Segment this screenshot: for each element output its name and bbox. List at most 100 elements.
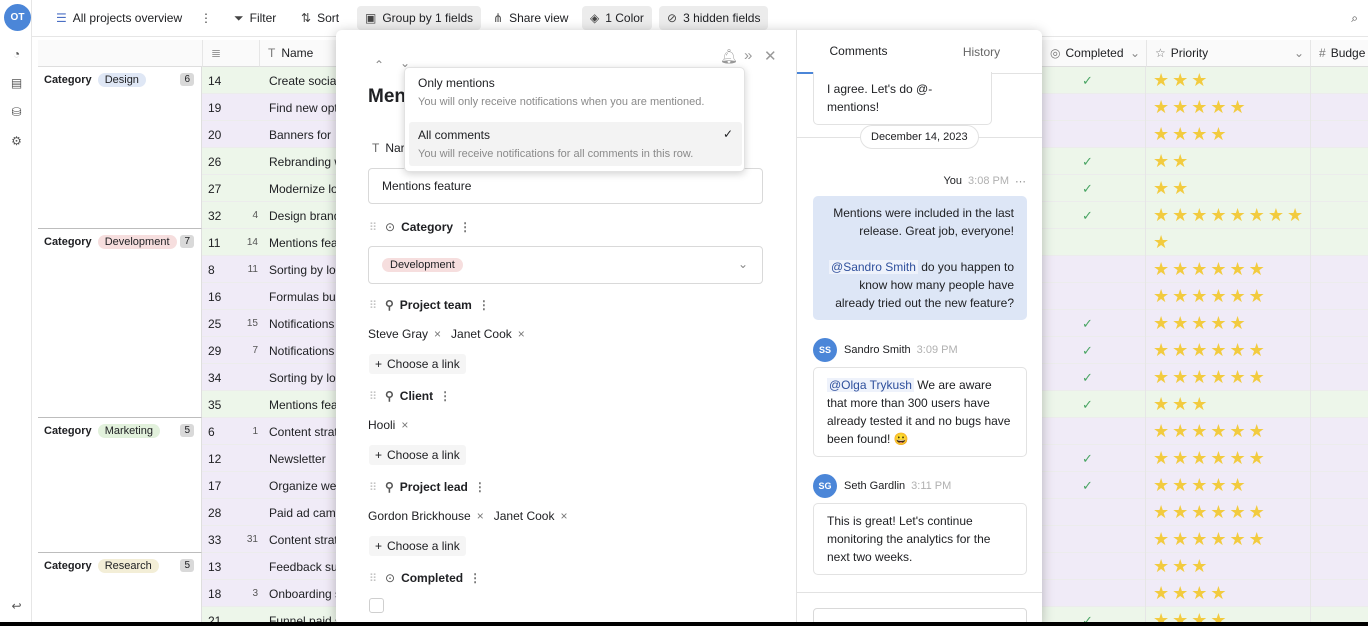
dashboard-icon[interactable]: ◔: [10, 48, 23, 61]
undo-icon[interactable]: ↩: [10, 600, 23, 613]
remove-icon[interactable]: ×: [434, 327, 441, 341]
view-selector[interactable]: ☰ All projects overview: [48, 6, 190, 30]
drag-handle-icon[interactable]: ⠿: [369, 390, 377, 403]
tab-history[interactable]: History: [920, 30, 1042, 74]
row-completed-check[interactable]: [1082, 283, 1102, 310]
settings-icon[interactable]: ⚙: [10, 135, 23, 148]
row-priority-stars[interactable]: ★★★★★: [1153, 94, 1313, 121]
share-view-button[interactable]: ⋔ Share view: [485, 6, 576, 30]
row-completed-check[interactable]: [1082, 121, 1102, 148]
field-menu-icon[interactable]: ⋮: [459, 220, 471, 234]
color-label: 1 Color: [605, 11, 644, 25]
sort-button[interactable]: ⇅ Sort: [293, 6, 347, 30]
row-priority-stars[interactable]: ★★★★★★: [1153, 418, 1313, 445]
field-menu-icon[interactable]: ⋮: [474, 480, 486, 494]
row-completed-check[interactable]: [1082, 418, 1102, 445]
remove-icon[interactable]: ×: [560, 509, 567, 523]
view-more-icon[interactable]: ⋮: [192, 6, 220, 30]
search-icon[interactable]: ⌕: [1343, 6, 1366, 30]
row-priority-stars[interactable]: ★★★★★★: [1153, 526, 1313, 553]
row-completed-check[interactable]: ✓: [1082, 472, 1102, 499]
mention-chip[interactable]: @Olga Trykush: [827, 378, 914, 392]
category-group-header: Category Design 6: [38, 67, 202, 229]
row-priority-stars[interactable]: ★★★: [1153, 67, 1313, 94]
only-mentions-option[interactable]: Only mentions You will only receive noti…: [409, 70, 742, 114]
drag-handle-icon[interactable]: ⠿: [369, 481, 377, 494]
mention-chip[interactable]: @Sandro Smith: [829, 260, 918, 274]
remove-icon[interactable]: ×: [518, 327, 525, 341]
document-icon[interactable]: ▤: [10, 77, 23, 90]
row-completed-check[interactable]: ✓: [1082, 310, 1102, 337]
row-priority-stars[interactable]: ★★★★★★: [1153, 337, 1313, 364]
group-value-pill: Marketing: [97, 424, 160, 438]
row-completed-check[interactable]: [1082, 526, 1102, 553]
field-menu-icon[interactable]: ⋮: [439, 389, 451, 403]
completed-label: Completed: [401, 571, 464, 585]
close-icon[interactable]: ✕: [764, 47, 777, 65]
row-priority-stars[interactable]: ★★★: [1153, 553, 1313, 580]
chevron-down-icon: ⌄: [737, 257, 748, 271]
row-priority-stars[interactable]: ★★★★★★: [1153, 283, 1313, 310]
client-values: Hooli ×: [368, 418, 418, 432]
hidden-fields-button[interactable]: ⊘ 3 hidden fields: [659, 6, 769, 30]
drag-handle-icon[interactable]: ⠿: [369, 299, 377, 312]
row-priority-stars[interactable]: ★★★★: [1153, 580, 1313, 607]
row-priority-stars[interactable]: ★★: [1153, 175, 1313, 202]
row-priority-stars[interactable]: ★★★: [1153, 391, 1313, 418]
field-menu-icon[interactable]: ⋮: [469, 571, 481, 585]
row-completed-check[interactable]: [1082, 256, 1102, 283]
row-completed-check[interactable]: ✓: [1082, 445, 1102, 472]
row-completed-check[interactable]: ✓: [1082, 337, 1102, 364]
filter-button[interactable]: ⏷ Filter: [226, 6, 284, 30]
row-completed-check[interactable]: [1082, 94, 1102, 121]
row-priority-stars[interactable]: ★★★★★: [1153, 472, 1313, 499]
row-priority-stars[interactable]: ★★★★★★: [1153, 256, 1313, 283]
row-completed-check[interactable]: ✓: [1082, 148, 1102, 175]
row-priority-stars[interactable]: ★★: [1153, 148, 1313, 175]
row-completed-check[interactable]: [1082, 553, 1102, 580]
drag-handle-icon[interactable]: ⠿: [369, 221, 377, 234]
plus-icon: +: [375, 539, 383, 553]
previous-row-icon[interactable]: ⌃: [374, 58, 384, 72]
completed-column-header[interactable]: ◎ Completed ⌄: [1042, 40, 1147, 67]
row-priority-stars[interactable]: ★★★★★★: [1153, 445, 1313, 472]
category-select[interactable]: Development ⌄: [368, 246, 763, 284]
expand-icon[interactable]: »: [744, 47, 752, 64]
row-priority-stars[interactable]: ★: [1153, 229, 1313, 256]
color-button[interactable]: ◈ 1 Color: [582, 6, 652, 30]
row-completed-check[interactable]: [1082, 499, 1102, 526]
budget-column-header[interactable]: # Budge: [1311, 40, 1368, 67]
project-lead-field-title: ⚲ Project lead ⋮: [385, 480, 486, 494]
row-priority-stars[interactable]: ★★★★★★: [1153, 499, 1313, 526]
row-completed-check[interactable]: [1082, 229, 1102, 256]
group-button[interactable]: ▣ Group by 1 fields: [357, 6, 482, 30]
user-avatar[interactable]: OT: [4, 4, 31, 31]
choose-link-button[interactable]: + Choose a link: [369, 536, 466, 556]
completed-checkbox[interactable]: [369, 598, 384, 613]
field-menu-icon[interactable]: ⋮: [478, 298, 490, 312]
row-priority-stars[interactable]: ★★★★★: [1153, 310, 1313, 337]
bell-icon[interactable]: 🔔︎: [720, 48, 738, 65]
comment-menu-icon[interactable]: ⋯: [1015, 175, 1026, 188]
choose-link-button[interactable]: + Choose a link: [369, 354, 466, 374]
row-completed-check[interactable]: ✓: [1082, 175, 1102, 202]
column-divider: [1310, 283, 1311, 310]
row-completed-check[interactable]: [1082, 580, 1102, 607]
remove-icon[interactable]: ×: [477, 509, 484, 523]
drag-handle-icon[interactable]: ⠿: [369, 572, 377, 585]
priority-column-header[interactable]: ☆ Priority ⌄: [1147, 40, 1311, 67]
row-priority-stars[interactable]: ★★★★★★: [1153, 364, 1313, 391]
database-icon[interactable]: ⛁: [10, 106, 23, 119]
row-completed-check[interactable]: ✓: [1082, 391, 1102, 418]
all-comments-option[interactable]: All comments You will receive notificati…: [409, 122, 742, 166]
row-priority-stars[interactable]: ★★★★★★★★: [1153, 202, 1313, 229]
choose-link-button[interactable]: + Choose a link: [369, 445, 466, 465]
name-input[interactable]: Mentions feature: [368, 168, 763, 204]
remove-icon[interactable]: ×: [401, 418, 408, 432]
tab-comments[interactable]: Comments: [797, 30, 920, 74]
row-comment-count: 4: [252, 210, 258, 221]
row-completed-check[interactable]: ✓: [1082, 202, 1102, 229]
row-priority-stars[interactable]: ★★★★: [1153, 121, 1313, 148]
row-completed-check[interactable]: ✓: [1082, 67, 1102, 94]
row-completed-check[interactable]: ✓: [1082, 364, 1102, 391]
